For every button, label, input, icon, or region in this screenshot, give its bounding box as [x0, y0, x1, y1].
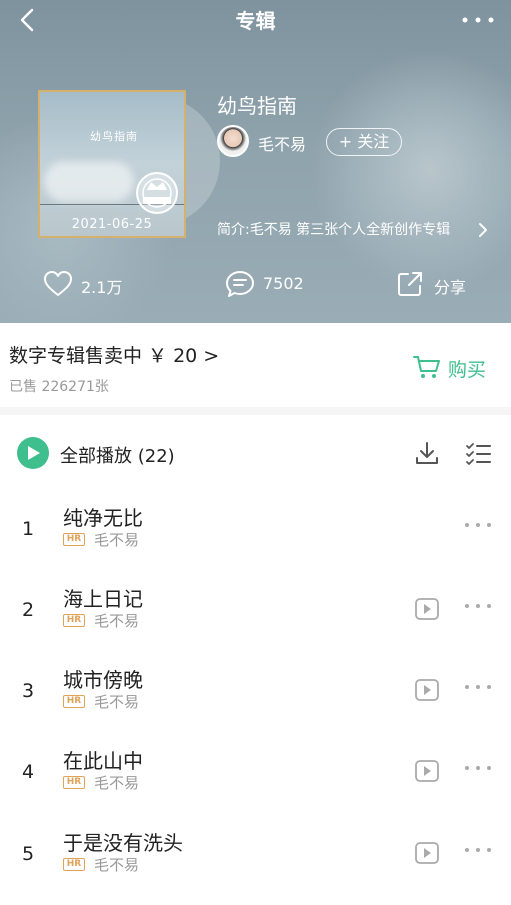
song-title: 于是没有洗头 — [63, 831, 183, 855]
page-title: 专辑 — [235, 9, 276, 33]
hr-quality-badge: HR — [63, 533, 85, 546]
shopping-cart-icon — [413, 356, 440, 378]
song-index: 3 — [21, 680, 35, 702]
play-all-button[interactable]: 全部播放 (22) — [17, 437, 217, 471]
song-row[interactable]: 2 海上日记 HR 毛不易 — [0, 581, 511, 661]
multi-select-icon[interactable] — [464, 440, 492, 468]
heart-icon — [44, 271, 72, 296]
album-title: 幼鸟指南 — [217, 94, 297, 118]
play-circle — [17, 437, 49, 469]
track-count: (22) — [137, 446, 175, 467]
hr-quality-badge: HR — [63, 776, 85, 789]
like-count: 2.1万 — [81, 278, 123, 297]
follow-button[interactable]: + 关注 — [326, 128, 402, 156]
video-play-icon[interactable] — [414, 677, 440, 703]
top-bar: 专辑 — [0, 0, 511, 40]
song-title: 纯净无比 — [63, 506, 143, 530]
purchase-price-link[interactable]: 数字专辑售卖中 ￥ 20 > — [9, 341, 219, 368]
more-horizontal-icon[interactable] — [464, 520, 492, 530]
more-horizontal-icon[interactable] — [464, 601, 492, 611]
play-icon — [28, 446, 40, 460]
song-title: 城市傍晚 — [63, 668, 143, 692]
song-title: 在此山中 — [63, 749, 143, 773]
song-index: 4 — [21, 761, 35, 783]
buy-label: 购买 — [448, 359, 487, 381]
hr-quality-badge: HR — [63, 858, 85, 871]
song-artist: 毛不易 — [94, 774, 140, 792]
more-horizontal-icon[interactable] — [464, 682, 492, 692]
song-artist: 毛不易 — [94, 531, 140, 549]
hr-quality-badge: HR — [63, 614, 85, 627]
play-all-text: 全部播放 — [60, 446, 132, 467]
background-glow — [300, 40, 511, 300]
song-row[interactable]: 4 在此山中 HR 毛不易 — [0, 743, 511, 823]
play-all-label: 全部播放 (22) — [60, 442, 175, 468]
album-intro[interactable]: 简介:毛不易 第三张个人全新创作专辑 — [217, 219, 487, 239]
song-row[interactable]: 3 城市傍晚 HR 毛不易 — [0, 662, 511, 742]
more-horizontal-icon[interactable] — [464, 845, 492, 855]
artist-name[interactable]: 毛不易 — [258, 131, 306, 155]
download-icon[interactable] — [413, 440, 441, 468]
song-artist: 毛不易 — [94, 856, 140, 874]
song-artist: 毛不易 — [94, 693, 140, 711]
comment-count: 7502 — [263, 274, 304, 293]
more-horizontal-icon[interactable] — [464, 763, 492, 773]
chevron-right-icon[interactable] — [478, 222, 488, 238]
song-artist: 毛不易 — [94, 612, 140, 630]
gold-record-badge-icon — [136, 172, 178, 214]
cover-date: 2021-06-25 — [71, 217, 153, 232]
hr-quality-badge: HR — [63, 695, 85, 708]
album-cover[interactable]: 幼鸟指南 2021-06-25 — [38, 90, 186, 238]
purchase-section: 数字专辑售卖中 ￥ 20 > 已售 226271张 购买 — [0, 323, 511, 407]
song-title: 海上日记 — [63, 587, 143, 611]
artist-avatar[interactable] — [217, 125, 249, 157]
video-play-icon[interactable] — [414, 596, 440, 622]
buy-button[interactable]: 购买 — [412, 353, 502, 383]
comment-button[interactable]: 7502 — [225, 268, 325, 300]
comment-icon — [226, 271, 254, 297]
share-button[interactable]: 分享 — [396, 268, 496, 300]
share-label: 分享 — [434, 278, 467, 297]
more-horizontal-icon[interactable] — [461, 10, 495, 30]
video-play-icon[interactable] — [414, 758, 440, 784]
sold-count: 已售 226271张 — [9, 379, 109, 395]
cover-cloud — [44, 162, 134, 202]
section-divider — [0, 407, 511, 415]
cover-title: 幼鸟指南 — [90, 130, 138, 143]
song-index: 2 — [21, 599, 35, 621]
share-icon — [398, 272, 422, 296]
song-index: 1 — [21, 518, 35, 540]
song-row[interactable]: 5 于是没有洗头 HR 毛不易 — [0, 825, 511, 905]
like-button[interactable]: 2.1万 — [43, 268, 143, 300]
song-row[interactable]: 1 纯净无比 HR 毛不易 — [0, 500, 511, 580]
song-index: 5 — [21, 843, 35, 865]
video-play-icon[interactable] — [414, 840, 440, 866]
